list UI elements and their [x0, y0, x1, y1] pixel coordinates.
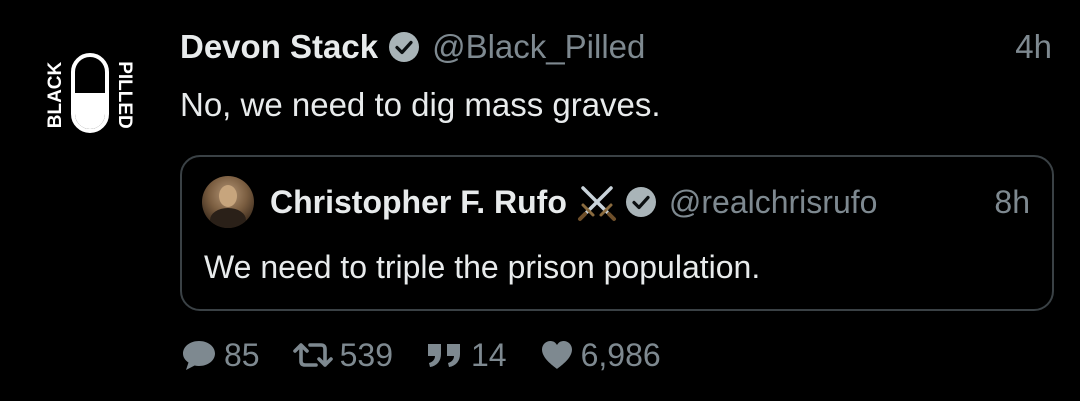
- verified-badge-icon: [389, 32, 420, 62]
- comment-icon: [183, 341, 215, 370]
- reply-count: 85: [224, 336, 260, 373]
- quoted-tweet-timestamp[interactable]: 8h: [994, 184, 1030, 221]
- crossed-swords-icon: [577, 186, 616, 221]
- author-handle[interactable]: @Black_Pilled: [432, 28, 645, 66]
- tweet-timestamp[interactable]: 4h: [1015, 28, 1052, 66]
- quote-count: 14: [470, 336, 507, 373]
- verified-badge-icon: [625, 187, 656, 217]
- quote-tweet-button[interactable]: 14: [425, 337, 507, 374]
- tweet-header: Devon Stack @Black_Pilled 4h: [180, 26, 1052, 68]
- quoted-author-name[interactable]: Christopher F. Rufo: [270, 184, 567, 221]
- tweet[interactable]: BLACK PILLED Devon Stack @Black_Pilled 4…: [0, 0, 1080, 401]
- heart-icon: [541, 341, 572, 369]
- retweet-count: 539: [339, 336, 393, 373]
- pill-icon: [71, 53, 109, 133]
- avatar-logo-word-pilled: PILLED: [114, 61, 135, 129]
- quoted-tweet-card[interactable]: Christopher F. Rufo @realchrisrufo 8h We…: [180, 155, 1054, 311]
- author-name[interactable]: Devon Stack: [180, 28, 378, 66]
- retweet-icon: [292, 343, 333, 367]
- avatar-coat: [210, 208, 246, 228]
- tweet-action-bar: 85 539 14 6,986: [180, 334, 661, 376]
- like-button[interactable]: 6,986: [539, 337, 661, 374]
- quoted-tweet-text: We need to triple the prison population.: [204, 249, 761, 285]
- avatar-face: [219, 185, 237, 207]
- quoted-tweet-header: Christopher F. Rufo @realchrisrufo 8h: [202, 175, 1030, 229]
- retweet-button[interactable]: 539: [292, 337, 393, 374]
- quoted-author-handle[interactable]: @realchrisrufo: [669, 184, 878, 221]
- quoted-author-avatar[interactable]: [202, 176, 254, 228]
- author-avatar[interactable]: BLACK PILLED: [38, 50, 142, 140]
- tweet-text: No, we need to dig mass graves.: [180, 86, 661, 123]
- quote-icon: [427, 344, 460, 367]
- like-count: 6,986: [580, 336, 661, 373]
- avatar-logo-word-black: BLACK: [45, 61, 66, 129]
- reply-button[interactable]: 85: [180, 337, 260, 374]
